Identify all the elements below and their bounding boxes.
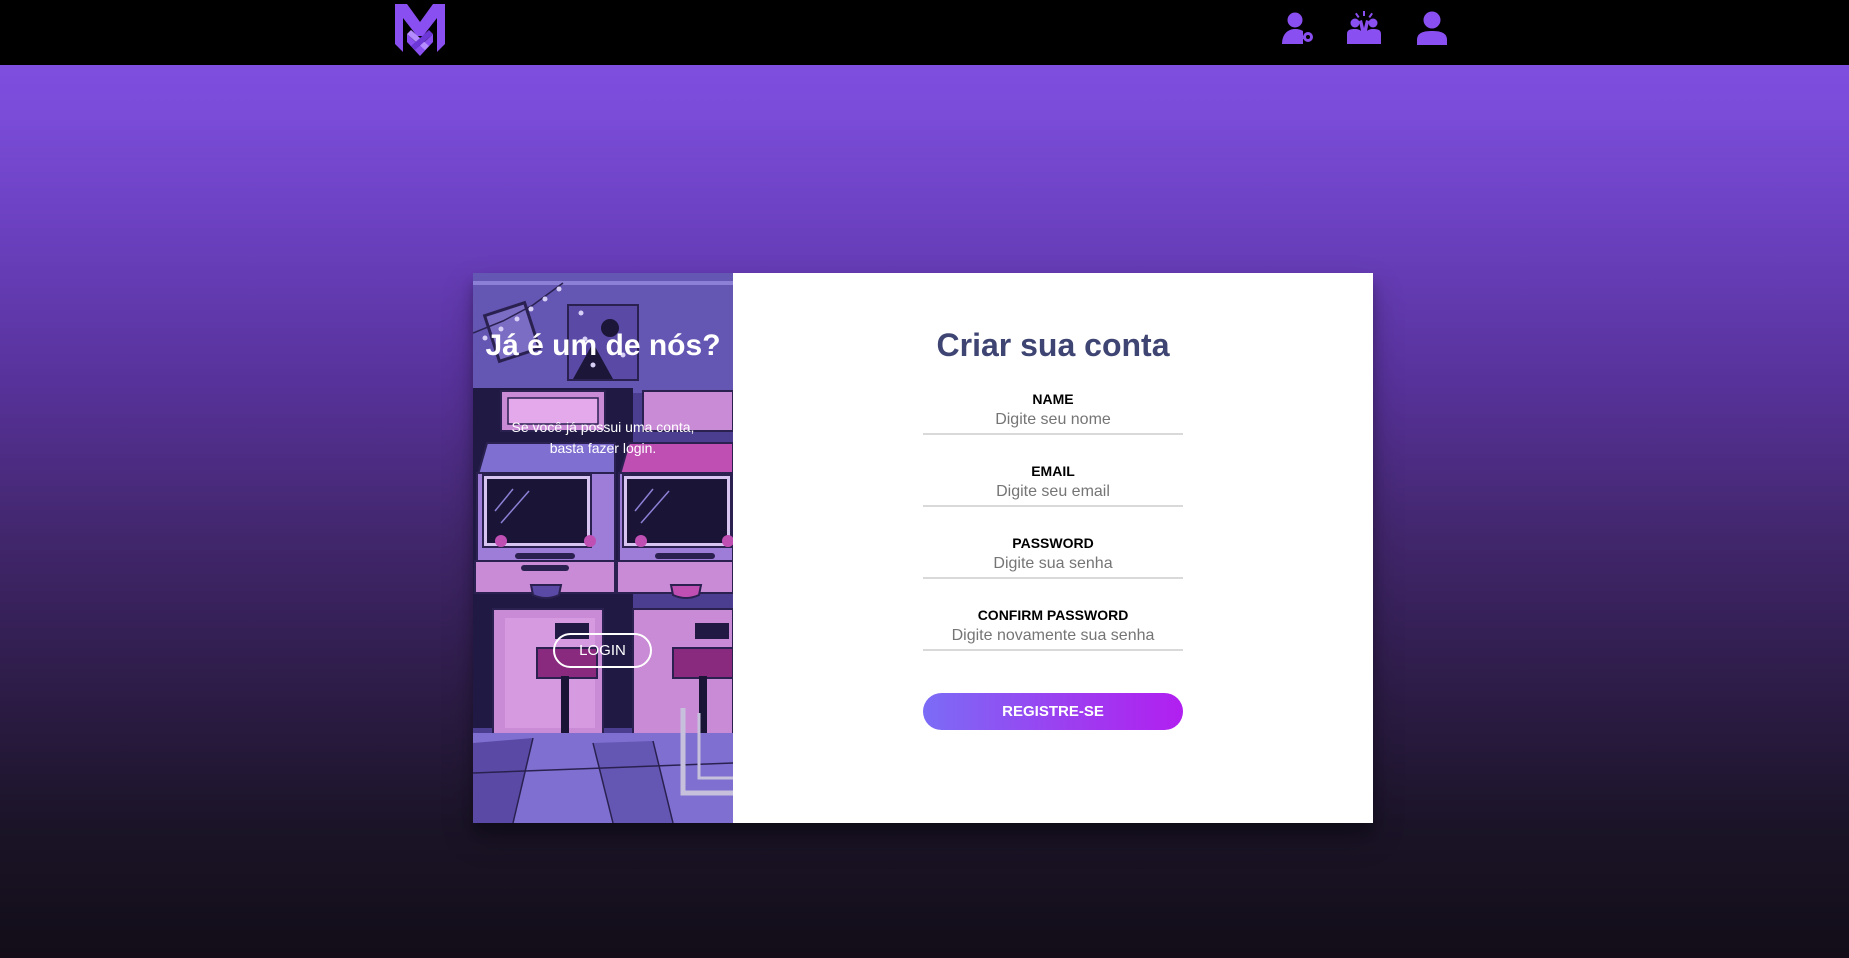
login-button[interactable]: LOGIN: [553, 633, 652, 668]
form-title: Criar sua conta: [936, 327, 1170, 363]
user-icon[interactable]: [1414, 10, 1450, 46]
confirm-password-label: CONFIRM PASSWORD: [977, 607, 1129, 623]
email-input[interactable]: Digite seu email: [923, 479, 1183, 507]
email-field: EMAIL Digite seu email: [923, 463, 1183, 515]
email-label: EMAIL: [1031, 463, 1075, 479]
community-icon[interactable]: [1346, 10, 1382, 46]
name-input[interactable]: Digite seu nome: [923, 407, 1183, 435]
overlay-title: Já é um de nós?: [485, 329, 721, 362]
overlay-panel: Já é um de nós? Se você já possui uma co…: [473, 273, 733, 823]
signup-form: Criar sua conta NAME Digite seu nome EMA…: [733, 273, 1373, 823]
password-field: PASSWORD Digite sua senha: [923, 535, 1183, 587]
name-label: NAME: [1032, 391, 1074, 407]
register-button[interactable]: REGISTRE-SE: [923, 693, 1183, 730]
confirm-password-input[interactable]: Digite novamente sua senha: [923, 623, 1183, 651]
name-field: NAME Digite seu nome: [923, 391, 1183, 443]
user-key-icon[interactable]: [1280, 10, 1316, 46]
overlay-content: Já é um de nós? Se você já possui uma co…: [473, 273, 733, 823]
password-label: PASSWORD: [1012, 535, 1094, 551]
signup-card: Já é um de nós? Se você já possui uma co…: [473, 273, 1373, 823]
confirm-password-field: CONFIRM PASSWORD Digite novamente sua se…: [923, 607, 1183, 659]
logo-icon[interactable]: [393, 0, 447, 57]
top-navbar: [0, 0, 1849, 65]
overlay-text: Se você já possui uma conta, basta fazer…: [511, 419, 695, 456]
password-input[interactable]: Digite sua senha: [923, 551, 1183, 579]
